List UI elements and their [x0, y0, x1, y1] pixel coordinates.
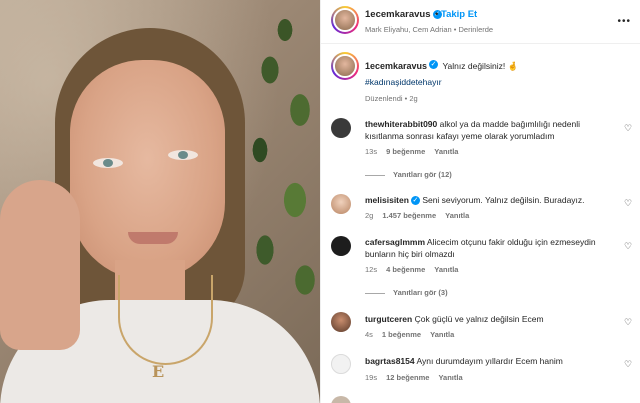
heart-outline-icon[interactable]: ♡: [623, 317, 633, 327]
heart-outline-icon[interactable]: ♡: [623, 359, 633, 369]
heart-outline-icon[interactable]: ♡: [623, 241, 633, 251]
post-side-panel: 1ecemkaravus ✓ • Takip Et Mark Eliyahu, C…: [320, 0, 640, 403]
caption-line: 1ecemkaravus ✓ Yalnız değilsiniz! 🤞: [365, 56, 518, 74]
comment-avatar[interactable]: [331, 312, 351, 332]
comment-avatar[interactable]: [331, 354, 351, 374]
comment-avatar[interactable]: [331, 396, 351, 403]
comment-meta: 12s 4 beğenme Yanıtla: [365, 265, 459, 274]
comment-username[interactable]: thewhiterabbit090: [365, 119, 437, 129]
view-replies-button[interactable]: Yanıtları gör (12): [365, 170, 452, 179]
comment-text: cafersaglmmm Alicecim otçunu fakir olduğ…: [365, 237, 596, 259]
reply-button[interactable]: Yanıtla: [438, 373, 462, 382]
photo-mouth: [128, 232, 178, 244]
caption-text: Yalnız değilsiniz! 🤞: [442, 61, 519, 71]
comment-username[interactable]: cafersaglmmm: [365, 237, 425, 247]
post-audio-location[interactable]: Mark Eliyahu, Cem Adrian • Derinlerde: [365, 25, 493, 34]
caption-username[interactable]: 1ecemkaravus: [365, 61, 427, 71]
comment-text: turgutceren Çok güçlü ve yalnız değilsin…: [365, 314, 544, 324]
photo-hand: [0, 180, 80, 350]
comment-likes[interactable]: 4 beğenme: [386, 265, 425, 274]
post-header: 1ecemkaravus ✓ • Takip Et Mark Eliyahu, C…: [321, 0, 640, 44]
comment-avatar[interactable]: [331, 236, 351, 256]
photo-right-eye: [168, 150, 198, 160]
caption-hashtag[interactable]: #kadınaşiddetehayır: [365, 77, 442, 87]
comment-avatar[interactable]: [331, 194, 351, 214]
comment-text: bagrtas8154 Aynı durumdayım yıllardır Ec…: [365, 356, 563, 366]
follow-button[interactable]: • Takip Et: [435, 9, 477, 20]
reply-button[interactable]: Yanıtla: [445, 211, 469, 220]
verified-badge-icon: ✓: [429, 60, 439, 70]
author-avatar[interactable]: [331, 6, 359, 34]
photo-face: [70, 60, 225, 280]
more-options-icon[interactable]: •••: [617, 16, 631, 27]
comment-meta: 2g 1.457 beğenme Yanıtla: [365, 211, 470, 220]
comment-avatar[interactable]: [331, 118, 351, 138]
comment-username[interactable]: melisisiten: [365, 195, 409, 205]
comment-text: melisisiten ✓ Seni seviyorum. Yalnız deği…: [365, 195, 585, 206]
photo-left-eye: [93, 158, 123, 168]
reply-button[interactable]: Yanıtla: [430, 330, 454, 339]
comment-text: thewhiterabbit090 alkol ya da madde bağı…: [365, 119, 580, 141]
reply-button[interactable]: Yanıtla: [434, 147, 458, 156]
comment-meta: 13s 9 beğenme Yanıtla: [365, 147, 459, 156]
post-photo[interactable]: E: [0, 0, 320, 403]
caption-edited-time: Düzenlendi • 2g: [365, 94, 418, 103]
view-replies-button[interactable]: Yanıtları gör (3): [365, 288, 448, 297]
comment-username[interactable]: turgutceren: [365, 314, 412, 324]
photo-pendant: E: [152, 362, 165, 381]
heart-outline-icon[interactable]: ♡: [623, 198, 633, 208]
comment-meta: 4s 1 beğenme Yanıtla: [365, 330, 455, 339]
caption-avatar[interactable]: [331, 52, 359, 80]
comment-likes[interactable]: 1 beğenme: [382, 330, 421, 339]
comment-username[interactable]: bagrtas8154: [365, 356, 415, 366]
comment-likes[interactable]: 9 beğenme: [386, 147, 425, 156]
reply-button[interactable]: Yanıtla: [434, 265, 458, 274]
comment-likes[interactable]: 1.457 beğenme: [382, 211, 436, 220]
author-username[interactable]: 1ecemkaravus ✓: [365, 9, 442, 20]
heart-outline-icon[interactable]: ♡: [623, 123, 633, 133]
verified-badge-icon: ✓: [410, 196, 420, 206]
comment-likes[interactable]: 12 beğenme: [386, 373, 429, 382]
comment-meta: 19s 12 beğenme Yanıtla: [365, 373, 463, 382]
